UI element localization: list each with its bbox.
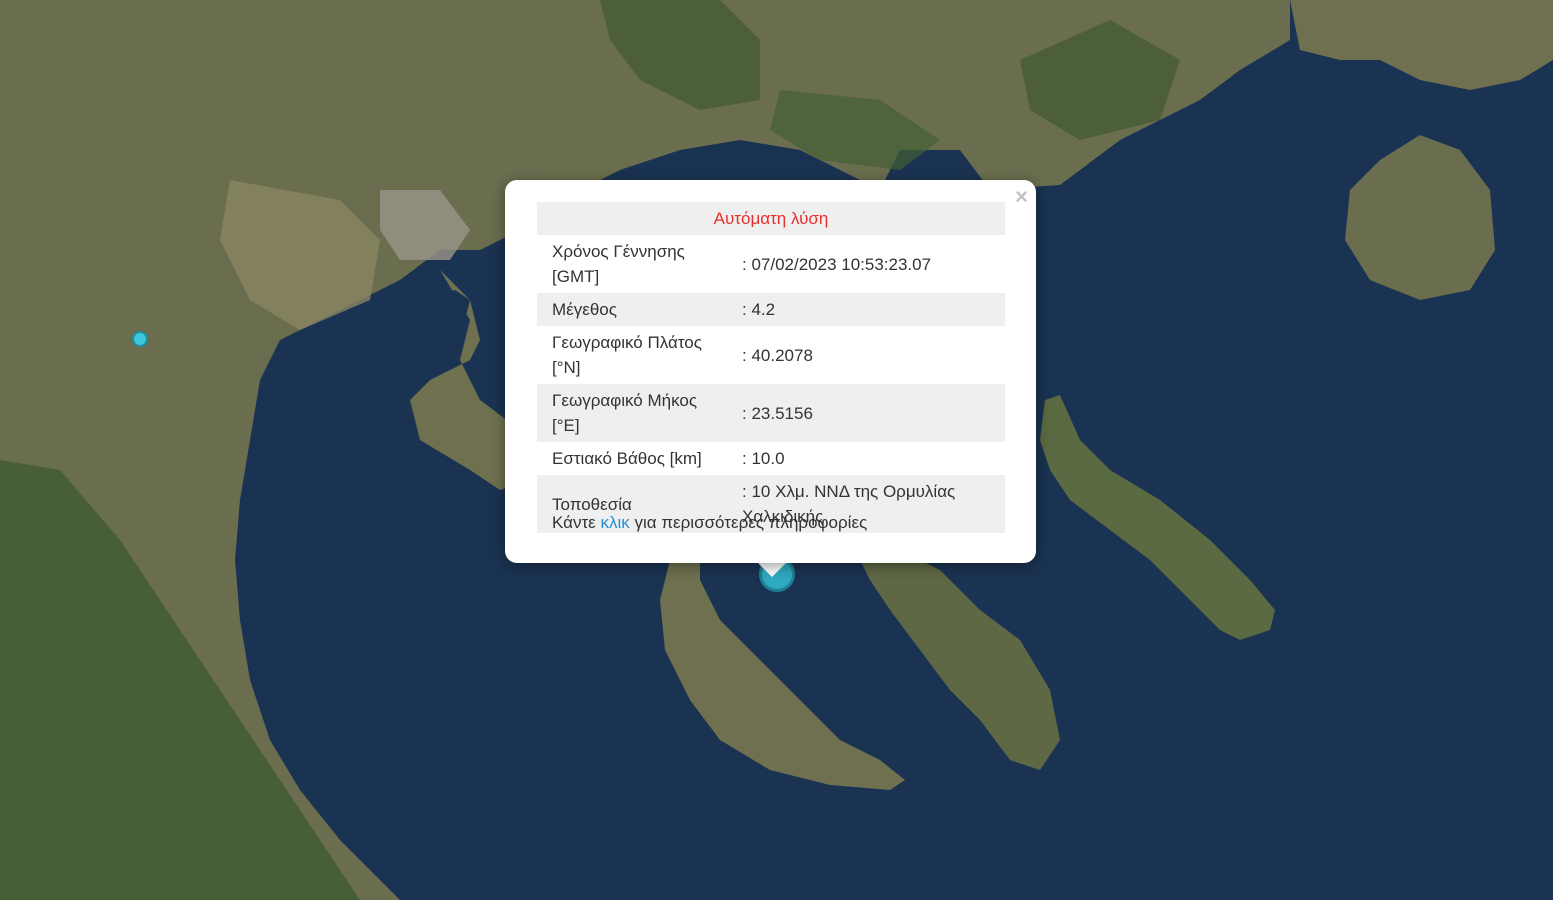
earthquake-details-table: Αυτόματη λύση Χρόνος Γέννησης [GMT] : 07… xyxy=(537,202,1005,533)
detail-label: Χρόνος Γέννησης [GMT] xyxy=(552,242,685,286)
more-info-prefix: Κάντε xyxy=(552,513,601,532)
earthquake-popup: × Αυτόματη λύση Χρόνος Γέννησης [GMT] : … xyxy=(505,180,1036,563)
popup-title-row: Αυτόματη λύση xyxy=(537,202,1005,235)
detail-row-depth: Εστιακό Βάθος [km] : 10.0 xyxy=(537,442,1005,475)
detail-row-origin-time: Χρόνος Γέννησης [GMT] : 07/02/2023 10:53… xyxy=(537,235,1005,293)
detail-value: : 07/02/2023 10:53:23.07 xyxy=(742,254,932,274)
detail-value: : 23.5156 xyxy=(727,384,1005,442)
detail-value: : 10.0 xyxy=(742,449,785,468)
detail-row-longitude: Γεωγραφικό Μήκος [°E] : 23.5156 xyxy=(537,384,1005,442)
detail-row-latitude: Γεωγραφικό Πλάτος [°N] : 40.2078 xyxy=(537,326,1005,384)
more-info-suffix: για περισσότερες πληροφορίες xyxy=(629,513,868,532)
popup-tip xyxy=(756,561,788,577)
close-icon[interactable]: × xyxy=(1015,186,1028,208)
popup-title: Αυτόματη λύση xyxy=(537,202,1005,235)
detail-value: : 4.2 xyxy=(727,293,1005,326)
more-info-text: Κάντε κλικ για περισσότερες πληροφορίες xyxy=(552,513,867,533)
detail-value: : 40.2078 xyxy=(742,345,813,365)
detail-label: Εστιακό Βάθος [km] xyxy=(552,449,702,468)
detail-row-magnitude: Μέγεθος : 4.2 xyxy=(537,293,1005,326)
detail-label: Γεωγραφικό Πλάτος [°N] xyxy=(552,333,702,377)
detail-label: Γεωγραφικό Μήκος [°E] xyxy=(537,384,727,442)
detail-label: Μέγεθος xyxy=(537,293,727,326)
earthquake-marker[interactable] xyxy=(132,331,148,347)
more-info-link[interactable]: κλικ xyxy=(600,513,629,532)
